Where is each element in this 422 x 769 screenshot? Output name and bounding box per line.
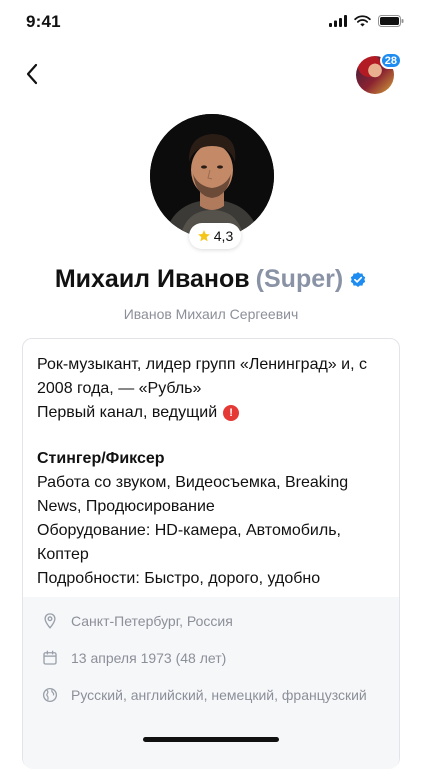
profile-full-name: Иванов Михаил Сергеевич: [123, 306, 299, 322]
back-button[interactable]: [18, 60, 46, 88]
birthday-text: 13 апреля 1973 (48 лет): [71, 650, 227, 666]
star-icon: [197, 230, 210, 242]
battery-icon: [378, 15, 404, 27]
rating-value: 4,3: [213, 228, 234, 244]
profile-tier-tag: (Super): [255, 265, 344, 293]
languages-row: Русский, английский, немецкий, французск…: [41, 684, 385, 706]
profile-portrait-image: [150, 114, 274, 238]
user-avatar-button[interactable]: 28: [356, 52, 402, 94]
chevron-left-icon: [26, 63, 38, 85]
status-bar: 9:41: [0, 0, 422, 44]
location-pin-icon: [44, 613, 56, 629]
bio-text: Рок-музыкант, лидер групп «Ленинград» и,…: [37, 356, 367, 397]
bio-channel-line: Первый канал, ведущий !: [37, 401, 385, 425]
profile-name-row: Михаил Иванов (Super): [0, 265, 422, 294]
location-text: Санкт-Петербург, Россия: [71, 613, 233, 629]
notification-badge: 28: [379, 52, 402, 69]
status-time: 9:41: [26, 12, 61, 31]
bio-section: Рок-музыкант, лидер групп «Ленинград» и,…: [37, 353, 385, 425]
alert-icon[interactable]: !: [223, 405, 240, 421]
rating-badge: 4,3: [189, 223, 241, 249]
birthday-row: 13 апреля 1973 (48 лет): [41, 647, 385, 669]
profile-info-card: Рок-музыкант, лидер групп «Ленинград» и,…: [22, 338, 400, 769]
profile-photo: [150, 114, 274, 238]
services-equipment: Оборудование: HD-камера, Автомобиль, Коп…: [37, 522, 341, 563]
location-row: Санкт-Петербург, Россия: [41, 610, 385, 632]
services-details: Подробности: Быстро, дорого, удобно: [37, 570, 321, 587]
globe-icon: [42, 687, 58, 703]
status-icons: [329, 15, 404, 27]
wifi-icon: [354, 15, 371, 27]
profile-name: Михаил Иванов: [54, 265, 250, 293]
services-work: Работа со звуком, Видеосъемка, Breaking …: [37, 474, 349, 515]
calendar-icon: [43, 650, 57, 665]
services-title: Стингер/Фиксер: [37, 450, 165, 467]
bio-channel-text: Первый канал, ведущий: [37, 404, 218, 421]
personal-info-block: Санкт-Петербург, Россия 13 апреля 1973 (…: [23, 597, 399, 769]
verified-icon: [350, 271, 366, 287]
home-indicator[interactable]: [143, 737, 279, 742]
card-body: Рок-музыкант, лидер групп «Ленинград» и,…: [37, 353, 385, 591]
languages-text: Русский, английский, немецкий, французск…: [71, 687, 367, 703]
signal-icon: [329, 15, 347, 27]
